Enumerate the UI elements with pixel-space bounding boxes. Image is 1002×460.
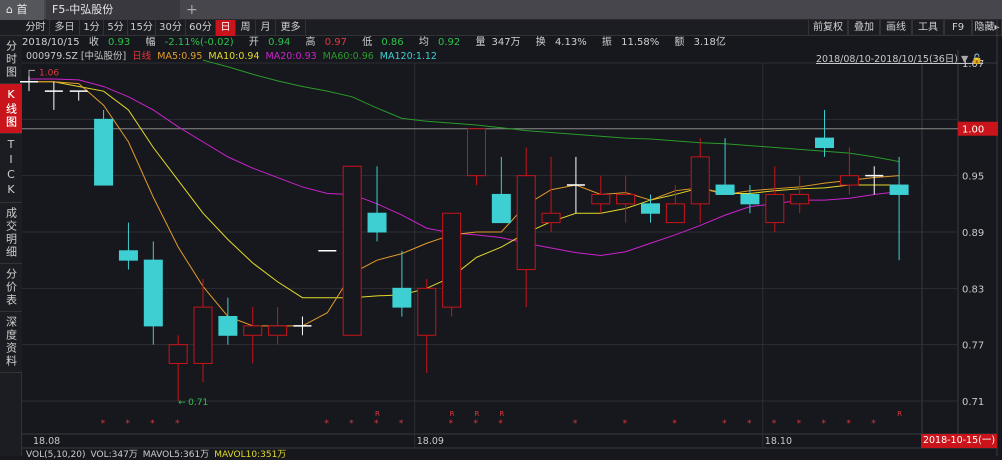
event-star-mark: * <box>772 419 777 429</box>
y-tick-label: 0.95 <box>962 172 984 183</box>
candle-body <box>367 212 387 233</box>
event-r-mark: R <box>474 410 479 418</box>
candle-body <box>392 287 412 308</box>
vol-label[interactable]: VOL(5,10,20) <box>26 450 85 460</box>
candle-body <box>268 325 288 336</box>
high-marker <box>28 69 35 77</box>
candle-body <box>839 175 859 186</box>
candle-body <box>715 184 735 195</box>
event-star-mark: * <box>101 419 106 429</box>
legend-ma120: MA120:1.12 <box>379 51 437 62</box>
dropdown-triangle-icon[interactable]: ▼ <box>961 54 968 65</box>
candle-body <box>740 193 760 205</box>
candle-body <box>243 325 263 336</box>
event-star-mark: * <box>349 419 354 429</box>
cursor-date-tag: 2018-10-15(一) <box>921 434 997 448</box>
low-arrow-icon: ← <box>178 398 186 408</box>
candle-body <box>665 203 685 224</box>
candle-body <box>143 259 163 327</box>
event-star-mark: * <box>797 419 802 429</box>
lock-icon[interactable]: 🔓 <box>971 54 983 65</box>
candle-body <box>491 193 511 224</box>
ma20-line <box>29 78 900 256</box>
candle-body <box>342 165 362 336</box>
legend-ma10: MA10:0.94 <box>208 51 260 62</box>
candle-body <box>442 212 462 308</box>
ma60-line <box>202 59 900 163</box>
event-star-mark: * <box>846 419 851 429</box>
kline-chart[interactable]: 1.070.950.890.830.770.7118.08 18.09 18.101… <box>0 0 1002 456</box>
legend-ma60: MA60:0.96 <box>322 51 374 62</box>
event-star-mark: * <box>498 419 503 429</box>
candle-body <box>641 203 660 214</box>
candle-body <box>218 316 238 336</box>
volume-indicator-row: VOL(5,10,20) VOL:347万 MAVOL5:361万 MAVOL10:3… <box>26 447 291 460</box>
candle-body <box>118 250 138 261</box>
legend-code: 000979.SZ [中弘股份] <box>26 51 127 62</box>
event-star-mark: * <box>175 419 180 429</box>
event-star-mark: * <box>573 419 578 429</box>
low-value: 0.71 <box>188 398 208 408</box>
event-star-mark: * <box>871 419 876 429</box>
candle-body <box>591 193 611 205</box>
x-tick-label: 18.09 <box>417 436 444 447</box>
x-tick-label: 18.08 <box>33 436 60 447</box>
candle-body <box>516 175 536 271</box>
legend-line-type[interactable]: 日线 <box>132 51 151 62</box>
date-range[interactable]: 2018/08/10-2018/10/15(36日) ▼ 🔓 <box>816 51 983 65</box>
event-star-mark: * <box>722 419 727 429</box>
event-star-mark: * <box>150 419 155 429</box>
candle-body <box>616 193 636 205</box>
event-r-mark: R <box>450 410 455 418</box>
event-star-mark: * <box>623 419 628 429</box>
y-tick-label: 0.83 <box>962 284 984 295</box>
vol-value: VOL:347万 <box>90 450 138 460</box>
event-star-mark: * <box>324 419 329 429</box>
candle-body <box>168 344 188 364</box>
date-range-text: 2018/08/10-2018/10/15(36日) <box>816 54 958 65</box>
candle-body <box>790 193 810 205</box>
high-label: 1.06 <box>39 68 59 78</box>
ref-line-label: 1.00 <box>962 125 984 136</box>
mavol5-value: MAVOL5:361万 <box>142 450 210 460</box>
legend-ma5: MA5:0.95 <box>157 51 203 62</box>
legend-ma20: MA20:0.93 <box>265 51 317 62</box>
mavol10-value: MAVOL10:351万 <box>214 450 287 460</box>
event-star-mark: * <box>822 419 827 429</box>
event-star-mark: * <box>473 419 478 429</box>
event-star-mark: * <box>374 419 379 429</box>
candle-body <box>466 128 486 177</box>
candle-body <box>94 118 114 186</box>
candle-body <box>889 184 909 195</box>
chart-legend: 000979.SZ [中弘股份] 日线 MA5:0.95 MA10:0.94 MA20:… <box>26 50 443 63</box>
y-tick-label: 0.77 <box>962 341 984 352</box>
event-star-mark: * <box>747 419 752 429</box>
candle-body <box>193 306 213 364</box>
event-r-mark: R <box>375 410 380 418</box>
event-r-mark: R <box>897 410 902 418</box>
x-tick-label: 18.10 <box>765 436 792 447</box>
event-star-mark: * <box>399 419 404 429</box>
candle-body <box>541 212 561 224</box>
event-star-mark: * <box>449 419 454 429</box>
event-star-mark: * <box>125 419 130 429</box>
event-r-mark: R <box>499 410 504 418</box>
candle-body <box>690 156 710 205</box>
y-tick-label: 0.89 <box>962 228 984 239</box>
candle-body <box>815 137 835 149</box>
y-tick-label: 0.71 <box>962 397 984 408</box>
candle-body <box>765 193 785 224</box>
candle-body <box>417 287 437 336</box>
event-star-mark: * <box>672 419 677 429</box>
